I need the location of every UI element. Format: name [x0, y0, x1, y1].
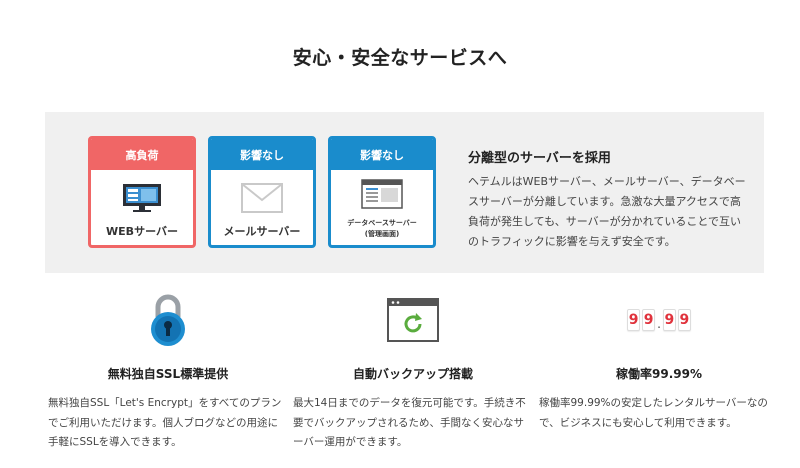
- web-server-card: 高負荷 WEBサーバー: [88, 136, 196, 248]
- status-badge-high-load: 高負荷: [91, 139, 193, 170]
- monitor-icon: [91, 183, 193, 213]
- database-server-card: 影響なし データベースサーバー (管理画面): [328, 136, 436, 248]
- feature-uptime: 9 9 . 9 9 稼働率99.99% 稼働率99.99%の安定したレンタルサー…: [539, 290, 779, 433]
- mail-icon: [211, 183, 313, 213]
- feature-uptime-title: 稼働率99.99%: [616, 367, 702, 381]
- separation-description: ヘテムルはWEBサーバー、メールサーバー、データベースサーバーが分離しています。…: [468, 175, 746, 248]
- separation-heading: 分離型のサーバーを採用: [468, 151, 611, 166]
- feature-uptime-text: 稼働率99.99%の安定したレンタルサーバーなので、ビジネスにも安心して利用でき…: [539, 397, 768, 429]
- backup-refresh-icon: [293, 290, 533, 350]
- server-separation-panel: 高負荷 WEBサーバー 影響なし メールサーバー 影響なし データベースサーバー…: [45, 112, 764, 273]
- padlock-icon: [48, 290, 288, 350]
- feature-backup-text: 最大14日までのデータを復元可能です。手続き不要でバックアップされるため、手間な…: [293, 397, 526, 448]
- feature-ssl-text: 無料独自SSL「Let's Encrypt」をすべてのプランでご利用いただけます…: [48, 397, 282, 448]
- status-badge-no-impact: 影響なし: [211, 139, 313, 170]
- feature-backup-title: 自動バックアップ搭載: [352, 367, 473, 381]
- mail-server-label: メールサーバー: [223, 225, 301, 238]
- browser-window-icon: [331, 179, 433, 209]
- uptime-counter-icon: 9 9 . 9 9: [539, 290, 779, 350]
- database-server-label: データベースサーバー (管理画面): [347, 219, 417, 238]
- feature-ssl: 無料独自SSL標準提供 無料独自SSL「Let's Encrypt」をすべてのプ…: [48, 290, 288, 453]
- uptime-digit: 9: [642, 309, 656, 331]
- section-title: 安心・安全なサービスへ: [292, 47, 508, 69]
- uptime-digit: 9: [627, 309, 641, 331]
- uptime-digit: 9: [677, 309, 691, 331]
- status-badge-no-impact: 影響なし: [331, 139, 433, 170]
- feature-backup: 自動バックアップ搭載 最大14日までのデータを復元可能です。手続き不要でバックア…: [293, 290, 533, 453]
- feature-ssl-title: 無料独自SSL標準提供: [107, 367, 229, 381]
- web-server-label: WEBサーバー: [106, 225, 178, 238]
- uptime-digit: 9: [662, 309, 676, 331]
- mail-server-card: 影響なし メールサーバー: [208, 136, 316, 248]
- uptime-decimal-point: .: [657, 317, 661, 331]
